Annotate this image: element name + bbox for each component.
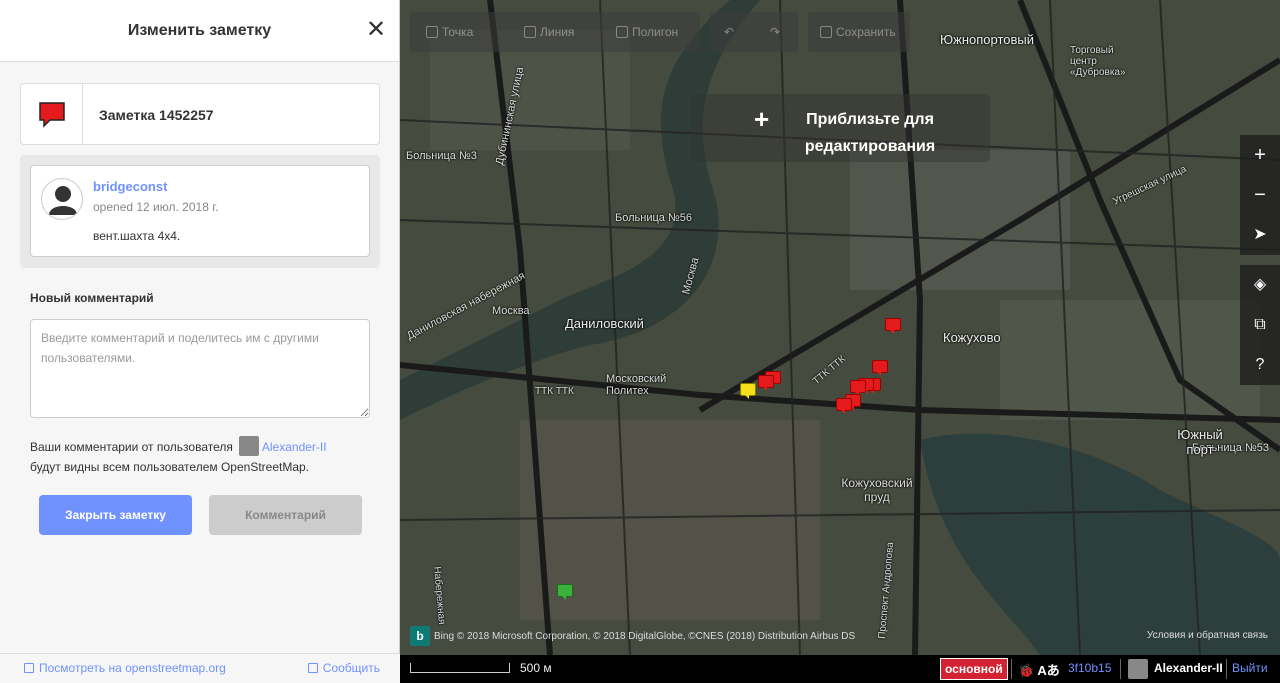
- draw-modes: Точка Линия Полигон: [410, 12, 700, 52]
- comment-notice: Ваши комментарии от пользователя Alexande…: [30, 436, 370, 477]
- add-line-label: Линия: [540, 25, 575, 39]
- environment-badge: основной: [940, 658, 1008, 680]
- add-point-label: Точка: [442, 25, 474, 39]
- note-marker[interactable]: [836, 398, 852, 414]
- undo-redo-group: ↶ ↷: [710, 12, 798, 52]
- logout-link[interactable]: Выйти: [1232, 661, 1268, 675]
- bing-logo: b: [410, 626, 430, 646]
- sidebar: Изменить заметку ✕ Заметка 1452257 bridg…: [0, 0, 400, 683]
- redo-icon[interactable]: ↷: [760, 12, 780, 52]
- map-label: Торговый центр «Дубровка»: [1070, 45, 1126, 78]
- divider: [1011, 659, 1012, 679]
- view-on-osm-label: Посмотреть на openstreetmap.org: [39, 661, 226, 675]
- comment-user-link[interactable]: bridgeconst: [93, 179, 167, 194]
- save-label-wrap: Сохранить: [814, 12, 896, 52]
- zoom-in-button[interactable]: +: [1240, 135, 1280, 175]
- comment-button[interactable]: Комментарий: [209, 495, 362, 535]
- map-label: Даниловский: [565, 316, 644, 331]
- map-view[interactable]: Точка Линия Полигон ↶ ↷ Сохранить + Приб…: [400, 0, 1280, 655]
- note-icon: [39, 102, 65, 128]
- save-label: Сохранить: [836, 25, 896, 39]
- note-header-card: Заметка 1452257: [20, 83, 380, 145]
- map-label: ТТК ТТК: [535, 386, 574, 397]
- comments-list: bridgeconst opened 12 июл. 2018 г. вент.…: [20, 155, 380, 268]
- comment-date: opened 12 июл. 2018 г.: [93, 200, 219, 214]
- report-label: Сообщить: [322, 661, 380, 675]
- note-marker[interactable]: [850, 380, 866, 396]
- upload-icon: [820, 26, 832, 38]
- report-link[interactable]: Сообщить: [307, 661, 380, 675]
- notice-suffix: будут видны всем пользователем OpenStree…: [30, 460, 310, 474]
- avatar: [41, 178, 83, 220]
- note-marker-selected[interactable]: [740, 383, 756, 399]
- notice-prefix: Ваши комментарии от пользователя: [30, 440, 233, 454]
- new-comment-label: Новый комментарий: [30, 291, 154, 305]
- map-label: Больница №56: [615, 212, 692, 224]
- user-name-link[interactable]: Alexander-II: [1154, 661, 1223, 675]
- point-icon: [426, 26, 438, 38]
- close-icon[interactable]: ✕: [365, 18, 387, 42]
- area-icon: [616, 26, 628, 38]
- map-label: Южный порт: [1177, 427, 1223, 457]
- note-marker[interactable]: [885, 318, 901, 334]
- user-avatar-small: [238, 436, 259, 456]
- avatar[interactable]: [1128, 659, 1148, 679]
- terms-feedback-link[interactable]: Условия и обратная связь: [1147, 630, 1268, 641]
- footer-bar: 500 м основной 🐞 Aあ 3f10b15 Alexander-II…: [400, 655, 1280, 683]
- new-comment-input[interactable]: [30, 319, 370, 418]
- map-label: Южнопортовый: [940, 32, 1035, 47]
- version-link[interactable]: 3f10b15: [1068, 661, 1111, 675]
- divider: [1226, 659, 1227, 679]
- map-label: Больница №3: [406, 150, 477, 162]
- add-area-button[interactable]: Полигон: [610, 12, 678, 52]
- add-area-label: Полигон: [632, 25, 679, 39]
- note-icon-box: [21, 84, 83, 144]
- help-icon[interactable]: ?: [1240, 345, 1280, 385]
- note-marker-closed[interactable]: [557, 584, 573, 600]
- note-title: Заметка 1452257: [99, 107, 214, 123]
- divider: [1120, 659, 1121, 679]
- comment-text: вент.шахта 4x4.: [93, 229, 181, 243]
- map-label: Москва: [492, 305, 530, 317]
- note-marker[interactable]: [872, 360, 888, 376]
- attribution-text: Bing © 2018 Microsoft Corporation, © 201…: [434, 631, 856, 642]
- scale-label: 500 м: [520, 661, 552, 675]
- scale-bar[interactable]: [410, 663, 510, 673]
- undo-icon[interactable]: ↶: [714, 12, 734, 52]
- sidebar-header: Изменить заметку ✕: [0, 0, 399, 62]
- zoom-to-edit-prompt[interactable]: + Приблизьте для редактирования: [690, 94, 990, 162]
- add-point-button[interactable]: Точка: [420, 12, 473, 52]
- note-marker[interactable]: [758, 375, 774, 391]
- line-icon: [524, 26, 536, 38]
- issues-icon[interactable]: 🐞 Aあ: [1018, 660, 1060, 679]
- external-link-icon: [307, 663, 318, 673]
- external-link-icon: [24, 663, 34, 673]
- sidebar-title: Изменить заметку: [127, 22, 272, 39]
- close-note-button[interactable]: Закрыть заметку: [39, 495, 192, 535]
- locate-icon[interactable]: ➤: [1240, 215, 1280, 255]
- zoom-prompt-text: Приблизьте для редактирования: [804, 111, 936, 155]
- notice-user-link[interactable]: Alexander-II: [262, 440, 327, 454]
- comment-item: bridgeconst opened 12 июл. 2018 г. вент.…: [30, 165, 370, 257]
- map-label: Московский Политех: [606, 373, 667, 397]
- map-label: Кожухово: [943, 330, 1001, 345]
- view-on-osm-link[interactable]: Посмотреть на openstreetmap.org: [24, 661, 226, 675]
- zoom-out-button[interactable]: −: [1240, 175, 1280, 215]
- add-line-button[interactable]: Линия: [518, 12, 574, 52]
- map-data-icon[interactable]: ⧉: [1240, 305, 1280, 345]
- layers-icon[interactable]: ◈: [1240, 265, 1280, 305]
- sidebar-footer: Посмотреть на openstreetmap.org Сообщить: [0, 653, 400, 683]
- map-label: Кожуховский пруд: [841, 476, 913, 504]
- save-button[interactable]: Сохранить: [808, 12, 910, 52]
